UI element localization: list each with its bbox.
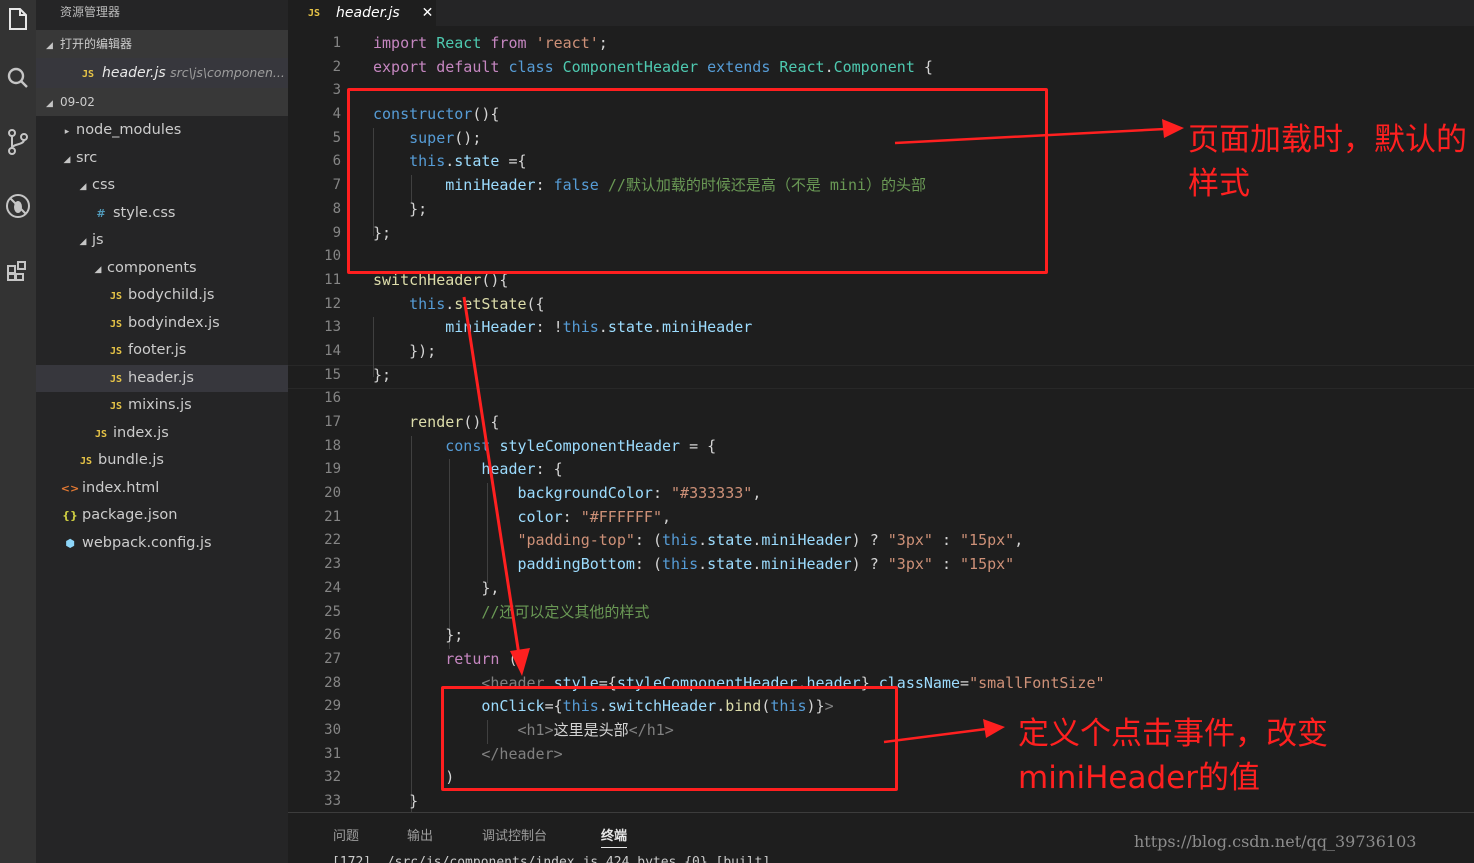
terminal-output[interactable]: [172] ./src/js/components/index.js 424 b…	[332, 855, 770, 863]
arrow-head-top	[1162, 119, 1184, 138]
arrow-line-diagonal	[462, 296, 521, 656]
arrow-head-diagonal	[510, 648, 530, 676]
arrow-line-top	[894, 127, 1166, 145]
watermark: https://blog.csdn.net/qq_39736103	[1134, 832, 1417, 851]
panel-tab-problems[interactable]: 问题	[333, 825, 359, 844]
annotation-text-top: 页面加载时，默认的样式	[1188, 122, 1467, 202]
annotation-text-bottom: 定义个点击事件，改变miniHeader的值	[1018, 716, 1328, 796]
panel-tab-output[interactable]: 输出	[407, 825, 433, 844]
arrow-head-bottom	[983, 719, 1005, 738]
panel-tab-terminal[interactable]: 终端	[601, 825, 628, 848]
panel-tab-debug-console[interactable]: 调试控制台	[482, 825, 547, 844]
arrow-line-bottom	[883, 727, 987, 744]
